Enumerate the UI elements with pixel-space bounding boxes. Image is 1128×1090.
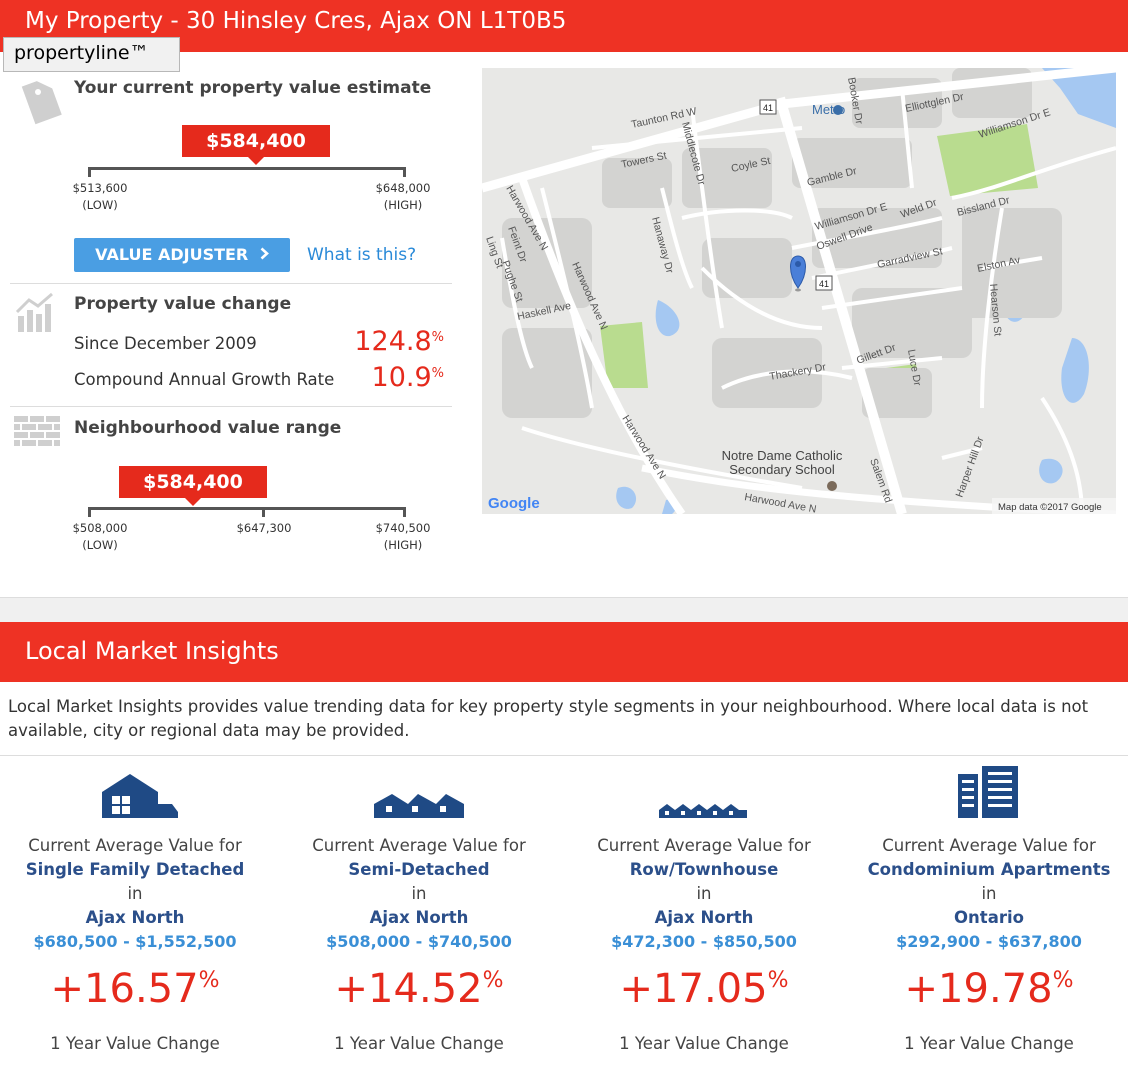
hwy-41-label: 41 xyxy=(819,279,829,289)
value-change: +16.57% xyxy=(50,966,220,1012)
insights-banner: Local Market Insights xyxy=(0,622,1128,682)
shopping-icon xyxy=(833,105,843,115)
cagr-label: Compound Annual Growth Rate xyxy=(74,370,335,389)
townhouse-icon xyxy=(563,762,845,822)
insight-card-townhouse: Current Average Value for Row/Townhouse … xyxy=(563,762,845,1082)
property-type: Semi-Detached xyxy=(348,860,490,879)
value-range: $472,300 - $850,500 xyxy=(611,932,797,951)
brick-wall-icon xyxy=(14,416,60,450)
school-icon xyxy=(827,481,837,491)
value-change: +14.52% xyxy=(334,966,504,1012)
divider xyxy=(0,755,1128,756)
property-map[interactable]: 41 41 Taunton Rd W Middlecote Dr Towers … xyxy=(482,68,1116,514)
tooltip: propertyline™ xyxy=(3,37,180,72)
area: Ajax North xyxy=(654,908,754,927)
scale-tick xyxy=(262,507,265,517)
section-separator xyxy=(0,597,1128,623)
value-change: +17.05% xyxy=(619,966,789,1012)
neighbourhood-low: $508,000 (LOW) xyxy=(72,521,128,552)
cagr-value: 10.9% xyxy=(371,362,444,393)
semi-detached-icon xyxy=(278,762,560,822)
hwy-41-label: 41 xyxy=(763,103,773,113)
value-change-heading: Property value change xyxy=(74,294,292,314)
value-adjuster-button[interactable]: VALUE ADJUSTER xyxy=(74,238,290,272)
value-range: $680,500 - $1,552,500 xyxy=(33,932,237,951)
estimate-high: $648,000 (HIGH) xyxy=(375,181,431,212)
estimate-scale xyxy=(88,167,406,170)
since-value: 124.8% xyxy=(354,326,444,357)
insight-card-condo: Current Average Value for Condominium Ap… xyxy=(848,762,1128,1082)
page-title: My Property - 30 Hinsley Cres, Ajax ON L… xyxy=(25,8,567,34)
what-is-this-link[interactable]: What is this? xyxy=(307,245,416,265)
map-attribution: Map data ©2017 Google xyxy=(998,502,1102,513)
neighbourhood-scale xyxy=(88,507,406,510)
divider xyxy=(10,283,452,284)
estimate-heading: Your current property value estimate xyxy=(74,78,432,98)
neighbourhood-high: $740,500 (HIGH) xyxy=(375,521,431,552)
growth-chart-icon xyxy=(14,292,58,338)
scale-tick xyxy=(403,167,406,177)
value-change: +19.78% xyxy=(904,966,1074,1012)
insights-intro: Local Market Insights provides value tre… xyxy=(8,697,1089,740)
area: Ontario xyxy=(954,908,1024,927)
insights-title: Local Market Insights xyxy=(25,637,279,665)
google-logo: Google xyxy=(488,495,540,512)
scale-tick xyxy=(88,507,91,517)
area: Ajax North xyxy=(369,908,469,927)
since-label: Since December 2009 xyxy=(74,334,257,353)
neighbourhood-value-badge: $584,400 xyxy=(119,466,267,506)
price-tag-icon xyxy=(14,78,62,130)
divider xyxy=(10,406,452,407)
property-type: Condominium Apartments xyxy=(867,860,1111,879)
estimate-value-badge: $584,400 xyxy=(182,125,330,165)
chevron-right-icon xyxy=(260,238,269,272)
insight-card-semi-detached: Current Average Value for Semi-Detached … xyxy=(278,762,560,1082)
scale-tick xyxy=(403,507,406,517)
condo-icon xyxy=(848,762,1128,822)
scale-tick xyxy=(88,167,91,177)
property-type: Single Family Detached xyxy=(25,860,245,879)
area: Ajax North xyxy=(85,908,185,927)
value-range: $292,900 - $637,800 xyxy=(896,932,1082,951)
value-range: $508,000 - $740,500 xyxy=(326,932,512,951)
estimate-low: $513,600 (LOW) xyxy=(72,181,128,212)
insight-card-single-family: Current Average Value for Single Family … xyxy=(0,762,276,1082)
house-icon xyxy=(0,762,276,822)
property-type: Row/Townhouse xyxy=(629,860,779,879)
neighbourhood-mid: $647,300 xyxy=(236,521,292,535)
neighbourhood-heading: Neighbourhood value range xyxy=(74,418,342,438)
school-label: Notre Dame Catholic Secondary School xyxy=(722,448,843,477)
